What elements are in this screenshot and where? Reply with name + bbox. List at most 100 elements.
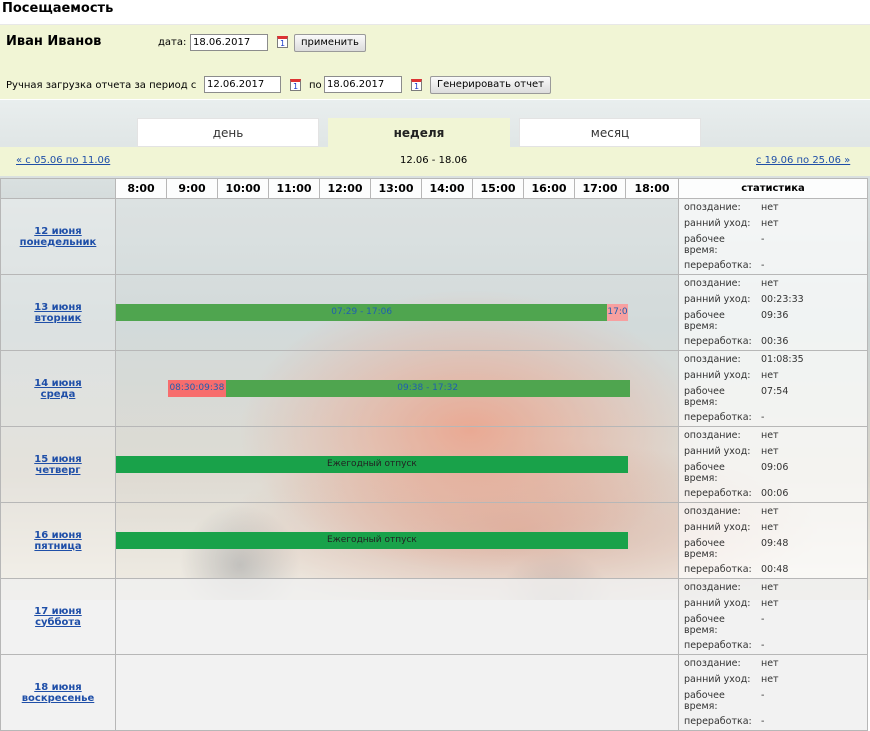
stat-label-overtime: переработка:: [684, 260, 752, 271]
stat-label-early: ранний уход:: [684, 370, 751, 381]
stat-label-late: опоздание:: [684, 658, 741, 669]
stat-label-work: время:: [684, 397, 718, 408]
stat-value-early: нет: [761, 218, 779, 229]
day-link[interactable]: 18 июня воскресенье: [22, 682, 95, 704]
day-weekday: суббота: [35, 616, 81, 628]
day-link[interactable]: 15 июня четверг: [34, 454, 81, 476]
late-segment: 08:30:09:38: [167, 380, 226, 397]
day-weekday: среда: [40, 388, 76, 400]
period-to-field[interactable]: [324, 76, 402, 93]
hour-header: 13:00: [370, 178, 422, 199]
hour-header: 15:00: [472, 178, 524, 199]
hour-header: 16:00: [523, 178, 575, 199]
day-weekday: четверг: [35, 464, 81, 476]
period-from-field[interactable]: [204, 76, 281, 93]
stat-label-work: время:: [684, 701, 718, 712]
day-date: 15 июня: [34, 453, 82, 465]
stat-label-overtime: переработка:: [684, 640, 752, 651]
day-weekday: воскресенье: [21, 692, 95, 704]
hour-header: 14:00: [421, 178, 473, 199]
top-panel: Иван Иванов дата: 1 применить Ручная заг…: [0, 25, 870, 99]
day-date: 12 июня: [34, 225, 82, 237]
stat-label-work: время:: [684, 321, 718, 332]
stat-value-work: 09:06: [761, 462, 789, 473]
stat-value-work: -: [761, 690, 765, 701]
day-row: 14 июня среда 08:30:09:38 09:38 - 17:32 опоз…: [0, 350, 868, 427]
tab-month[interactable]: месяц: [519, 118, 701, 147]
stat-value-late: нет: [761, 506, 779, 517]
stat-label-work: рабочее: [684, 690, 725, 701]
stat-label-overtime: переработка:: [684, 488, 752, 499]
week-navigation: « с 05.06 по 11.06 12.06 - 18.06 с 19.06…: [0, 147, 870, 176]
stat-label-work: время:: [684, 549, 718, 560]
day-link[interactable]: 14 июня среда: [34, 378, 81, 400]
stat-value-early: нет: [761, 446, 779, 457]
stat-value-overtime: -: [761, 260, 765, 271]
day-weekday: понедельник: [19, 236, 97, 248]
stat-value-overtime: 00:36: [761, 336, 789, 347]
day-cell: 17 июня суббота: [0, 578, 116, 655]
day-weekday: пятница: [34, 540, 82, 552]
day-row: 12 июня понедельник опоздание: нет ранний ух…: [0, 198, 868, 275]
hour-header: 8:00: [115, 178, 167, 199]
stat-value-early: 00:23:33: [761, 294, 804, 305]
day-stats: опоздание: нет ранний уход: 00:23:33 рабочее…: [678, 274, 868, 351]
stat-value-late: 01:08:35: [761, 354, 804, 365]
stat-label-early: ранний уход:: [684, 294, 751, 305]
stats-header: статистика: [678, 178, 868, 199]
stat-value-early: нет: [761, 522, 779, 533]
stat-value-overtime: 00:06: [761, 488, 789, 499]
day-stats: опоздание: нет ранний уход: нет рабочее время…: [678, 198, 868, 275]
day-stats: опоздание: нет ранний уход: нет рабочее время…: [678, 654, 868, 731]
stat-value-overtime: -: [761, 412, 765, 423]
day-cell: 13 июня вторник: [0, 274, 116, 351]
tab-week[interactable]: неделя: [328, 118, 510, 147]
stat-value-early: нет: [761, 370, 779, 381]
stat-label-late: опоздание:: [684, 430, 741, 441]
apply-button[interactable]: применить: [294, 34, 366, 52]
day-cell: 18 июня воскресенье: [0, 654, 116, 731]
generate-report-button[interactable]: Генерировать отчет: [430, 76, 552, 94]
calendar-icon[interactable]: 1: [290, 79, 301, 91]
day-row: 13 июнявторник 07:29 - 17:0617:06:17:30 оп…: [0, 274, 868, 351]
next-week-link[interactable]: с 19.06 по 25.06 »: [756, 155, 850, 166]
day-stats: опоздание: нет ранний уход: нет рабочее время…: [678, 502, 868, 579]
stat-value-work: -: [761, 614, 765, 625]
day-link[interactable]: 16 июня пятница: [34, 530, 81, 552]
period-to-label: по: [309, 80, 322, 91]
stat-label-overtime: переработка:: [684, 716, 752, 727]
stat-label-late: опоздание:: [684, 278, 741, 289]
stat-label-early: ранний уход:: [684, 218, 751, 229]
day-row: 16 июня пятница Ежегодный отпуск опоздание:…: [0, 502, 868, 579]
leave-bar: Ежегодный отпуск: [116, 532, 628, 549]
stat-label-work: рабочее: [684, 386, 725, 397]
day-cell: 15 июня четверг: [0, 426, 116, 503]
stat-label-work: время:: [684, 245, 718, 256]
day-timeline: 08:30:09:38 09:38 - 17:32: [115, 350, 679, 427]
prev-week-link[interactable]: « с 05.06 по 11.06: [16, 155, 110, 166]
corner-cell: [0, 178, 116, 199]
stat-label-work: рабочее: [684, 310, 725, 321]
stat-label-early: ранний уход:: [684, 598, 751, 609]
stat-label-work: время:: [684, 625, 718, 636]
tab-day[interactable]: день: [137, 118, 319, 147]
day-date: 17 июня: [34, 605, 82, 617]
stat-value-overtime: -: [761, 640, 765, 651]
stat-label-work: рабочее: [684, 614, 725, 625]
day-link[interactable]: 17 июня суббота: [34, 606, 81, 628]
day-timeline: [115, 198, 679, 275]
calendar-icon[interactable]: 1: [411, 79, 422, 91]
day-link[interactable]: 13 июня вторник: [34, 302, 81, 324]
stat-value-work: 07:54: [761, 386, 789, 397]
date-field[interactable]: [190, 34, 268, 51]
stat-label-overtime: переработка:: [684, 564, 752, 575]
calendar-icon[interactable]: 1: [277, 36, 288, 48]
stat-value-overtime: -: [761, 716, 765, 727]
day-timeline: Ежегодный отпуск: [115, 426, 679, 503]
day-link[interactable]: 12 июня понедельник: [20, 226, 97, 248]
day-date: 16 июня: [34, 529, 82, 541]
hour-header: 17:00: [574, 178, 626, 199]
day-date: 13 июня: [34, 301, 82, 313]
day-timeline: 07:29 - 17:0617:06:17:30: [115, 274, 679, 351]
stat-label-work: рабочее: [684, 538, 725, 549]
